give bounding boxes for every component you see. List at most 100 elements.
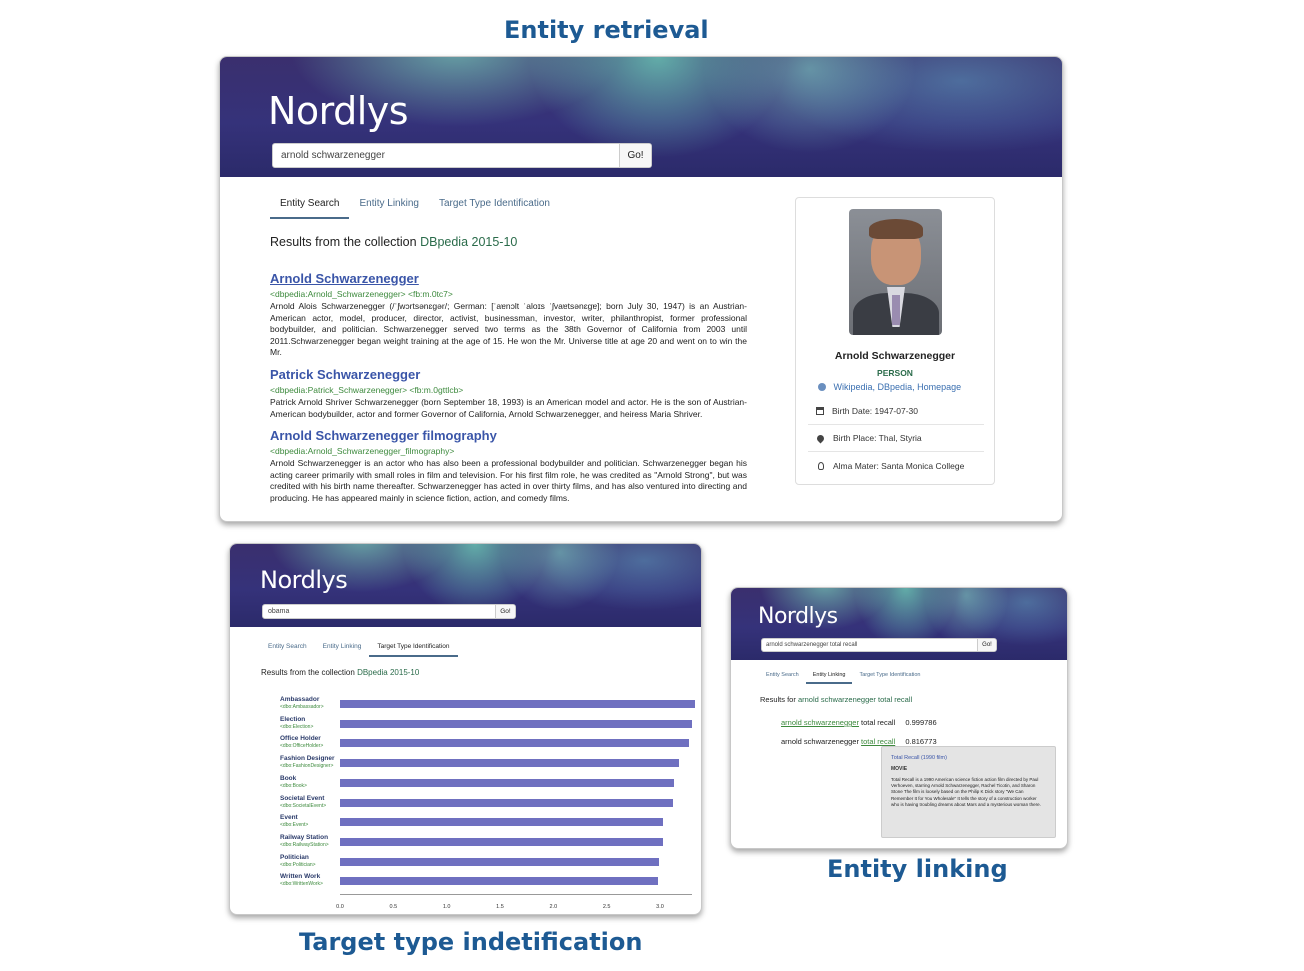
result-title-link[interactable]: Arnold Schwarzenegger filmography: [270, 428, 747, 443]
fact-text: Birth Place: Thal, Styria: [833, 433, 922, 443]
linking-row: arnold schwarzenegger total recall 0.816…: [781, 737, 937, 746]
x-axis-line: [340, 894, 692, 895]
link-score: 0.816773: [905, 737, 937, 746]
go-button[interactable]: Go!: [495, 605, 515, 618]
nordlys-logo: Nordlys: [758, 604, 838, 629]
fact-birth-place: Birth Place: Thal, Styria: [808, 425, 984, 452]
tab-entity-linking[interactable]: Entity Linking: [315, 643, 370, 657]
category-uri[interactable]: <dbo:Event>: [280, 822, 308, 828]
results-query: arnold schwarzenegger total recall: [797, 695, 913, 704]
results-heading: Results from the collection DBpedia 2015…: [270, 235, 517, 249]
x-tick-label: 1.5: [496, 904, 504, 910]
category-label: Politician: [280, 853, 309, 861]
result-item: Arnold Schwarzenegger filmography <dbped…: [270, 428, 747, 504]
chart-bar: [340, 877, 658, 886]
category-label: Book: [280, 774, 297, 782]
search-input-value: obama: [268, 608, 290, 615]
chart-bar: [340, 857, 659, 866]
x-tick-label: 1.0: [442, 904, 451, 910]
target-type-panel: Nordlys obama Go! Entity Search Entity L…: [229, 543, 702, 915]
search-input-value: arnold schwarzenegger: [281, 150, 385, 161]
tab-bar: Entity Search Entity Linking Target Type…: [270, 198, 560, 219]
tooltip-title[interactable]: Total Recall (1990 film): [891, 755, 1046, 761]
tab-target-type[interactable]: Target Type Identification: [369, 643, 458, 657]
go-button[interactable]: Go!: [977, 639, 996, 651]
chart-bar: [340, 759, 680, 768]
collection-name: DBpedia 2015-10: [420, 235, 518, 249]
category-label: Event: [280, 814, 298, 822]
result-item: Patrick Schwarzenegger <dbpedia:Patrick_…: [270, 367, 747, 420]
search-input[interactable]: arnold schwarzenegger Go!: [272, 143, 652, 168]
caption-entity-retrieval: Entity retrieval: [504, 16, 709, 44]
category-uri[interactable]: <dbo:Ambassador>: [280, 704, 324, 710]
result-title-link[interactable]: Patrick Schwarzenegger: [270, 367, 747, 382]
mention-link[interactable]: arnold schwarzenegger: [781, 718, 859, 727]
category-label: Ambassador: [280, 696, 320, 703]
chart-bar: [340, 778, 674, 787]
chart-bar: [340, 798, 673, 807]
search-input[interactable]: arnold schwarzenegger total recall Go!: [761, 638, 997, 652]
entity-name: Arnold Schwarzenegger: [834, 350, 956, 362]
result-uri[interactable]: <dbpedia:Arnold_Schwarzenegger> <fb:m.0t…: [270, 289, 747, 299]
entity-type-badge: PERSON: [877, 368, 913, 378]
mention-text: arnold schwarzenegger: [781, 737, 862, 746]
go-button[interactable]: Go!: [619, 144, 651, 167]
result-snippet: Patrick Arnold Shriver Schwarzenegger (b…: [270, 396, 747, 419]
map-pin-icon: [815, 433, 826, 443]
category-uri[interactable]: <dbo:RailwayStation>: [280, 842, 329, 848]
caption-target-type: Target type indetification: [299, 928, 643, 956]
category-uri[interactable]: <dbo:SocietalEvent>: [280, 803, 326, 809]
wikipedia-link[interactable]: Wikipedia,: [834, 382, 876, 392]
category-label: Written Work: [280, 873, 321, 881]
category-uri[interactable]: <dbo:FashionDesigner>: [280, 763, 333, 769]
tab-entity-linking[interactable]: Entity Linking: [805, 672, 853, 684]
tab-entity-search[interactable]: Entity Search: [759, 672, 806, 684]
x-tick-label: 0.5: [389, 904, 398, 910]
mention-link[interactable]: total recall: [861, 737, 895, 746]
tab-bar: Entity Search Entity Linking Target Type…: [260, 643, 458, 657]
results-prefix: Results from the collection: [270, 235, 417, 249]
category-uri[interactable]: <dbo:Politician>: [280, 862, 316, 868]
result-uri[interactable]: <dbpedia:Arnold_Schwarzenegger_filmograp…: [270, 446, 747, 456]
tooltip-text: Total Recall is a 1990 American science …: [891, 777, 1041, 807]
category-uri[interactable]: <dbo:Election>: [280, 724, 313, 730]
dbpedia-link[interactable]: DBpedia,: [878, 382, 915, 392]
category-label: Fashion Designer: [280, 755, 335, 763]
category-uri[interactable]: <dbo:OfficeHolder>: [280, 743, 323, 749]
tooltip-type: MOVIE: [891, 766, 908, 772]
entity-retrieval-panel: Nordlys arnold schwarzenegger Go! Entity…: [219, 56, 1063, 522]
mention-text: total recall: [858, 718, 896, 727]
result-item: Arnold Schwarzenegger <dbpedia:Arnold_Sc…: [270, 271, 747, 359]
category-label: Election: [280, 715, 306, 723]
tab-target-type[interactable]: Target Type Identification: [852, 672, 927, 684]
results-heading: Results from the collection DBpedia 2015…: [261, 668, 419, 677]
nordlys-logo: Nordlys: [268, 89, 409, 133]
entity-links: Wikipedia, DBpedia, Homepage: [818, 382, 961, 392]
chart-bar: [340, 719, 692, 728]
tab-bar: Entity Search Entity Linking Target Type…: [759, 672, 928, 684]
tab-entity-search[interactable]: Entity Search: [260, 643, 315, 657]
result-list: Arnold Schwarzenegger <dbpedia:Arnold_Sc…: [270, 271, 747, 505]
category-label: Office Holder: [280, 735, 321, 743]
result-uri[interactable]: <dbpedia:Patrick_Schwarzenegger> <fb:m.0…: [270, 385, 747, 395]
category-uri[interactable]: <dbo:WrittenWork>: [280, 881, 323, 887]
homepage-link[interactable]: Homepage: [917, 382, 961, 392]
result-snippet: Arnold Schwarzenegger is an actor who ha…: [270, 458, 747, 503]
result-snippet: Arnold Alois Schwarzenegger (/ˈʃwɔrtsənɛ…: [270, 301, 747, 358]
fact-text: Birth Date: 1947-07-30: [832, 406, 918, 416]
lightbulb-icon: [818, 461, 824, 470]
search-input[interactable]: obama Go!: [262, 604, 516, 619]
caption-entity-linking: Entity linking: [827, 855, 1008, 883]
entity-facts: Birth Date: 1947-07-30 Birth Place: Thal…: [808, 398, 984, 479]
category-uri[interactable]: <dbo:Book>: [280, 783, 307, 789]
tab-target-type[interactable]: Target Type Identification: [429, 198, 560, 219]
fact-birth-date: Birth Date: 1947-07-30: [808, 398, 984, 425]
tab-entity-linking[interactable]: Entity Linking: [349, 198, 428, 219]
entity-photo: [849, 209, 942, 335]
entity-tooltip: Total Recall (1990 film) MOVIE Total Rec…: [881, 746, 1056, 838]
collection-name: DBpedia 2015-10: [357, 668, 420, 677]
x-tick-label: 2.0: [549, 904, 558, 910]
result-title-link[interactable]: Arnold Schwarzenegger: [270, 271, 747, 286]
chart-bar: [340, 837, 664, 846]
tab-entity-search[interactable]: Entity Search: [270, 198, 350, 219]
